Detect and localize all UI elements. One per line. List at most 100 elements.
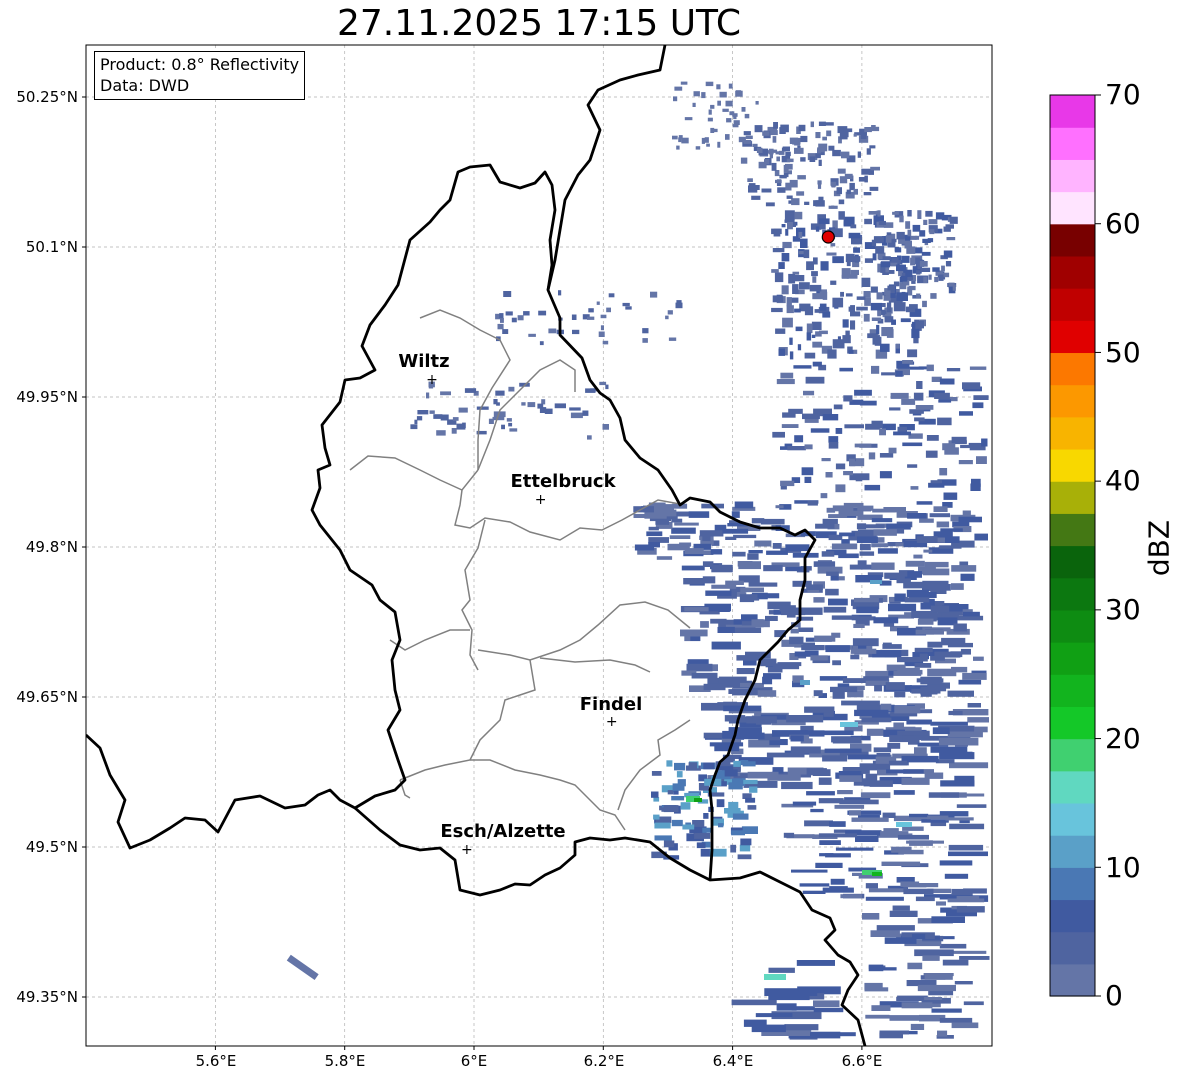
radar-echo-cell [818, 121, 826, 126]
radar-echo-cell [844, 424, 864, 429]
radar-echo-cell [440, 391, 451, 396]
colorbar-ticks [1095, 94, 1101, 997]
radar-echo-cell [958, 679, 982, 685]
radar-echo-cell [917, 984, 956, 992]
radar-echo-cell [843, 395, 853, 402]
radar-echo-cell [804, 201, 810, 205]
radar-echo-cell [932, 267, 940, 272]
radar-echo-cell [785, 566, 802, 572]
radar-echo-cell [508, 422, 513, 427]
radar-echo-cell [464, 388, 477, 393]
radar-echo-cell [800, 135, 808, 143]
radar-echo-cell [944, 873, 969, 879]
radar-echo-cell [879, 1032, 903, 1039]
radar-echo-cell [818, 777, 832, 785]
radar-echo-cell [860, 792, 891, 799]
radar-echo-cell [851, 817, 889, 822]
radar-echo-cell [755, 101, 759, 105]
radar-echo-cell [938, 399, 952, 403]
radar-echo-cell [865, 1014, 890, 1019]
radar-echo-cell [703, 762, 715, 770]
radar-echo-cell [775, 505, 784, 509]
radar-echo-cell [760, 658, 777, 667]
radar-echo-cell [671, 819, 683, 827]
radar-echo-cell [783, 832, 795, 838]
radar-echo-cell [915, 405, 934, 410]
radar-echo-cell [765, 615, 778, 621]
radar-echo-cell [901, 398, 916, 405]
radar-echo-cell [801, 467, 814, 476]
radar-echo-cell [839, 131, 848, 140]
radar-echo-cell [731, 511, 740, 518]
radar-echo-cell [779, 605, 796, 612]
radar-echo-cell [654, 509, 677, 517]
radar-echo-cell [947, 731, 983, 738]
radar-echo-cell [736, 668, 755, 675]
radar-echo-cell [951, 436, 967, 445]
radar-echo-cell [739, 844, 751, 852]
radar-echo-cell [914, 949, 954, 957]
radar-echo-cell [923, 997, 943, 1000]
radar-echo-cell [508, 386, 515, 392]
radar-echo-cell [826, 507, 836, 513]
radar-echo-cell [813, 1007, 844, 1013]
radar-echo-cell [837, 790, 853, 795]
radar-echo-cell [772, 136, 777, 143]
radar-echo-cell [744, 113, 750, 119]
colorbar-segment [1050, 931, 1095, 965]
radar-echo-cell [893, 281, 900, 287]
lat-label: 50.1°N [25, 238, 78, 256]
radar-echo-cell [869, 780, 893, 787]
colorbar-segment [1050, 255, 1095, 289]
radar-echo-cell [732, 551, 746, 557]
radar-echo-cell [875, 246, 885, 254]
radar-echo-cell [850, 224, 857, 229]
radar-echo-cell [938, 274, 944, 281]
radar-echo-cell [606, 307, 611, 313]
radar-echo-cell [509, 428, 518, 432]
radar-echo-cell [932, 727, 950, 735]
radar-echo-cell [880, 267, 886, 273]
radar-echo-cell [943, 250, 953, 258]
radar-echo-cell [701, 137, 705, 144]
radar-echo-cell [861, 168, 871, 175]
colorbar-tick-label: 0 [1105, 979, 1123, 1012]
radar-echo-cell [888, 760, 908, 766]
radar-echo-cell [818, 330, 828, 335]
radar-echo-cell [803, 249, 810, 259]
radar-echo-cell [674, 762, 686, 771]
radar-echo-cell [945, 817, 974, 821]
radar-echo-cell [942, 443, 956, 451]
radar-echo-cell [773, 228, 781, 237]
colorbar-segment [1050, 352, 1095, 386]
radar-echo-cell [937, 417, 952, 426]
radar-echo-cell [887, 742, 901, 749]
radar-echo-cell [895, 542, 904, 547]
radar-echo-cell [850, 269, 859, 275]
radar-echo-cell [737, 854, 752, 860]
radar-echo-cell [815, 226, 820, 232]
radar-echo-cell [668, 337, 677, 341]
colorbar-segment [1050, 899, 1095, 933]
city-marker: + [535, 492, 547, 508]
radar-echo-cell [902, 360, 914, 364]
radar-echo-cell [665, 315, 669, 320]
radar-echo-cell [870, 580, 882, 584]
radar-echo-cell [907, 513, 927, 519]
radar-echo-cell [702, 576, 716, 584]
radar-echo-cell [907, 464, 918, 468]
radar-echo-cell [653, 814, 660, 820]
radar-echo-cell [674, 86, 683, 91]
radar-echo-cell [894, 247, 902, 253]
radar-echo-cell [558, 290, 562, 296]
radar-echo-cell [710, 127, 715, 133]
radar-echo-cell [906, 589, 929, 597]
radar-echo-cell [915, 235, 920, 240]
radar-echo-cell [496, 402, 500, 406]
radar-echo-cell [905, 221, 911, 229]
colorbar-segment [1050, 738, 1095, 772]
radar-echo-cell [800, 680, 810, 685]
radar-echo-cell [812, 361, 822, 367]
radar-echo-cell [872, 253, 877, 261]
radar-echo-cell [882, 812, 896, 818]
